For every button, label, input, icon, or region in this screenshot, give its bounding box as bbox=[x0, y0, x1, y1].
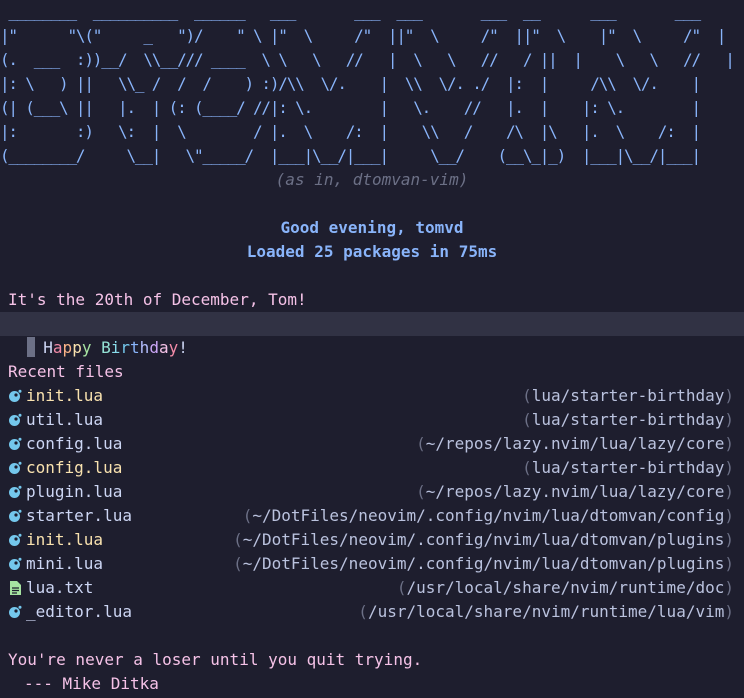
ascii-banner: ________ __________ ______ ___ ___ ___ _… bbox=[0, 2, 735, 165]
recent-file-item[interactable]: mini.lua (~/DotFiles/neovim/.config/nvim/… bbox=[0, 552, 744, 576]
lua-icon bbox=[8, 389, 22, 403]
recent-file-path-text: ~/DotFiles/neovim/.config/nvim/lua/dtomv… bbox=[242, 530, 725, 549]
banner-subtitle: (as in, dtomvan-vim) bbox=[275, 170, 469, 189]
quote-text: You're never a loser until you quit tryi… bbox=[8, 650, 423, 669]
recent-file-item[interactable]: plugin.lua (~/repos/lazy.nvim/lua/lazy/co… bbox=[0, 480, 744, 504]
recent-file-item[interactable]: starter.lua (~/DotFiles/neovim/.config/nv… bbox=[0, 504, 744, 528]
recent-file-path: (/usr/local/share/nvim/runtime/doc) bbox=[396, 578, 734, 597]
recent-file-item[interactable]: lua.txt (/usr/local/share/nvim/runtime/do… bbox=[0, 576, 744, 600]
lua-icon bbox=[8, 605, 22, 619]
recent-file-name: init.lua bbox=[26, 386, 104, 405]
lua-icon bbox=[8, 461, 22, 475]
birthday-line[interactable]: Happy Birthday! bbox=[0, 312, 744, 357]
recent-file-path: (~/repos/lazy.nvim/lua/lazy/core) bbox=[416, 434, 734, 453]
text-file-icon bbox=[8, 581, 22, 595]
recent-file-path-text: /usr/local/share/nvim/runtime/doc bbox=[406, 578, 725, 597]
recent-file-path: (lua/starter-birthday) bbox=[522, 386, 734, 405]
recent-file-path-text: lua/starter-birthday bbox=[531, 386, 725, 405]
recent-files-list: init.lua (lua/starter-birthday) util.lua (l… bbox=[0, 384, 744, 624]
date-message: It's the 20th of December, Tom! bbox=[8, 290, 307, 309]
recent-file-path-text: ~/repos/lazy.nvim/lua/lazy/core bbox=[425, 482, 725, 501]
recent-file-path: (~/repos/lazy.nvim/lua/lazy/core) bbox=[416, 482, 734, 501]
recent-file-name: mini.lua bbox=[26, 554, 104, 573]
recent-file-path-text: ~/DotFiles/neovim/.config/nvim/lua/dtomv… bbox=[242, 554, 725, 573]
recent-file-item[interactable]: config.lua (lua/starter-birthday) bbox=[0, 456, 744, 480]
recent-file-name: plugin.lua bbox=[26, 482, 123, 501]
recent-file-name: lua.txt bbox=[26, 578, 94, 597]
recent-file-name: _editor.lua bbox=[26, 602, 132, 621]
lua-icon bbox=[8, 485, 22, 499]
loaded-packages-text: Loaded 25 packages in 75ms bbox=[246, 242, 498, 261]
recent-file-name: util.lua bbox=[26, 410, 104, 429]
recent-file-name: starter.lua bbox=[26, 506, 132, 525]
recent-file-path-text: ~/DotFiles/neovim/.config/nvim/lua/dtomv… bbox=[252, 506, 725, 525]
recent-file-path: (/usr/local/share/nvim/runtime/lua/vim) bbox=[358, 602, 734, 621]
recent-file-path-text: lua/starter-birthday bbox=[531, 410, 725, 429]
lua-icon bbox=[8, 557, 22, 571]
recent-file-path-text: lua/starter-birthday bbox=[531, 458, 725, 477]
recent-file-path: (~/DotFiles/neovim/.config/nvim/lua/dtom… bbox=[242, 506, 734, 525]
lua-icon bbox=[8, 437, 22, 451]
recent-file-path: (~/DotFiles/neovim/.config/nvim/lua/dtom… bbox=[233, 530, 734, 549]
recent-file-item[interactable]: init.lua (lua/starter-birthday) bbox=[0, 384, 744, 408]
recent-file-item[interactable]: init.lua (~/DotFiles/neovim/.config/nvim/… bbox=[0, 528, 744, 552]
lua-icon bbox=[8, 533, 22, 547]
greeting-text: Good evening, tomvd bbox=[280, 218, 464, 237]
recent-file-item[interactable]: _editor.lua (/usr/local/share/nvim/runtim… bbox=[0, 600, 744, 624]
recent-file-item[interactable]: util.lua (lua/starter-birthday) bbox=[0, 408, 744, 432]
recent-files-title: Recent files bbox=[8, 362, 124, 381]
lua-icon bbox=[8, 413, 22, 427]
quote-author: --- Mike Ditka bbox=[24, 674, 159, 693]
recent-file-name: config.lua bbox=[26, 434, 123, 453]
recent-file-path: (lua/starter-birthday) bbox=[522, 410, 734, 429]
recent-file-item[interactable]: config.lua (~/repos/lazy.nvim/lua/lazy/co… bbox=[0, 432, 744, 456]
recent-file-path-text: /usr/local/share/nvim/runtime/lua/vim bbox=[367, 602, 725, 621]
recent-file-path-text: ~/repos/lazy.nvim/lua/lazy/core bbox=[425, 434, 725, 453]
recent-file-name: init.lua bbox=[26, 530, 104, 549]
recent-file-name: config.lua bbox=[26, 458, 123, 477]
recent-file-path: (~/DotFiles/neovim/.config/nvim/lua/dtom… bbox=[233, 554, 734, 573]
lua-icon bbox=[8, 509, 22, 523]
recent-file-path: (lua/starter-birthday) bbox=[522, 458, 734, 477]
